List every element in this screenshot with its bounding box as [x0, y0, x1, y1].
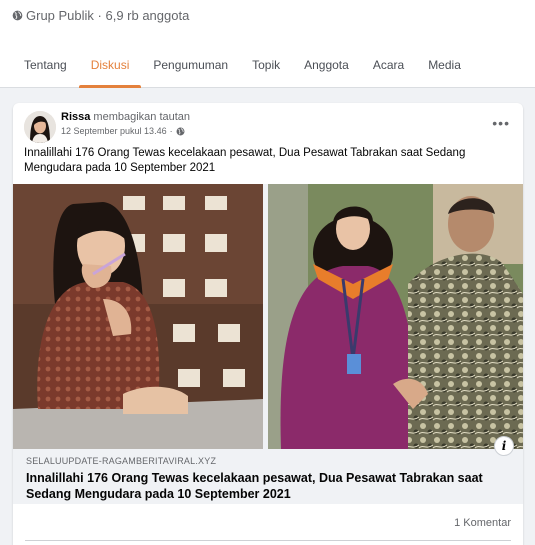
info-icon[interactable]: i: [494, 436, 514, 456]
post-card: Rissa membagikan tautan 12 September puk…: [13, 103, 523, 545]
tab-tentang[interactable]: Tentang: [12, 48, 79, 88]
post-text: Innalillahi 176 Orang Tewas kecelakaan p…: [24, 147, 466, 174]
link-preview[interactable]: i SELALUUPDATE-RAGAMBERITAVIRAL.XYZ Inna…: [13, 184, 523, 504]
tab-topik[interactable]: Topik: [240, 48, 292, 88]
post-timestamp[interactable]: 12 September pukul 13.46: [61, 126, 167, 136]
author-action: membagikan tautan: [90, 111, 191, 123]
more-options-icon[interactable]: •••: [492, 115, 510, 131]
link-domain: SELALUUPDATE-RAGAMBERITAVIRAL.XYZ: [26, 456, 217, 466]
tab-anggota[interactable]: Anggota: [292, 48, 361, 88]
group-tabs: Tentang Diskusi Pengumuman Topik Anggota…: [12, 48, 473, 88]
globe-icon: [12, 10, 23, 21]
group-meta: Grup Publik · 6,9 rb anggota: [12, 8, 189, 23]
audience-globe-icon[interactable]: [176, 127, 185, 136]
author-line: Rissa membagikan tautan: [61, 111, 190, 123]
tab-acara[interactable]: Acara: [361, 48, 416, 88]
tab-media[interactable]: Media: [416, 48, 473, 88]
group-meta-text: Grup Publik · 6,9 rb anggota: [26, 8, 190, 23]
tab-pengumuman[interactable]: Pengumuman: [141, 48, 240, 88]
meta-separator: ·: [169, 126, 173, 136]
post-meta: 12 September pukul 13.46 ·: [61, 126, 185, 136]
avatar[interactable]: [24, 111, 56, 143]
tab-diskusi[interactable]: Diskusi: [78, 48, 142, 88]
comments-count[interactable]: 1 Komentar: [454, 517, 511, 529]
divider: [25, 540, 511, 541]
link-preview-image: [13, 184, 523, 449]
link-title[interactable]: Innalillahi 176 Orang Tewas kecelakaan p…: [26, 470, 506, 502]
avatar-image: [24, 111, 56, 143]
group-header: Grup Publik · 6,9 rb anggota Tentang Dis…: [0, 0, 535, 88]
author-name[interactable]: Rissa: [61, 111, 90, 123]
